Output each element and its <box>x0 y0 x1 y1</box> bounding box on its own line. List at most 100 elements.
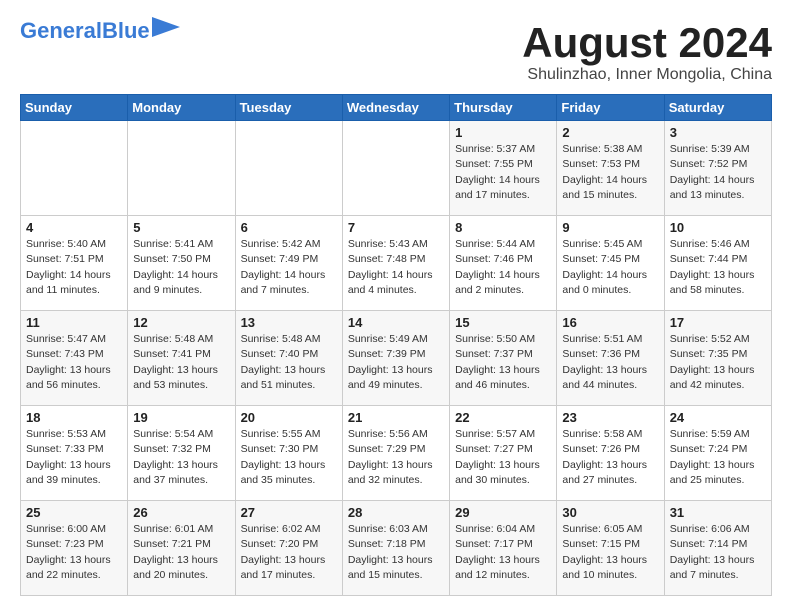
weekday-header-monday: Monday <box>128 95 235 121</box>
logo-text: GeneralBlue <box>20 20 150 42</box>
day-number: 25 <box>26 505 122 520</box>
day-number: 29 <box>455 505 551 520</box>
calendar-cell: 18 Sunrise: 5:53 AMSunset: 7:33 PMDayligh… <box>21 406 128 501</box>
calendar-cell: 25 Sunrise: 6:00 AMSunset: 7:23 PMDayligh… <box>21 501 128 596</box>
day-number: 10 <box>670 220 766 235</box>
day-number: 19 <box>133 410 229 425</box>
day-info: Sunrise: 5:48 AMSunset: 7:41 PMDaylight:… <box>133 332 229 393</box>
calendar-cell: 8 Sunrise: 5:44 AMSunset: 7:46 PMDaylight… <box>450 216 557 311</box>
calendar-cell: 20 Sunrise: 5:55 AMSunset: 7:30 PMDayligh… <box>235 406 342 501</box>
day-number: 14 <box>348 315 444 330</box>
day-info: Sunrise: 5:38 AMSunset: 7:53 PMDaylight:… <box>562 142 658 203</box>
page-header: GeneralBlue August 2024 Shulinzhao, Inne… <box>20 20 772 84</box>
calendar-table: SundayMondayTuesdayWednesdayThursdayFrid… <box>20 94 772 596</box>
day-number: 7 <box>348 220 444 235</box>
day-info: Sunrise: 5:56 AMSunset: 7:29 PMDaylight:… <box>348 427 444 488</box>
weekday-header-thursday: Thursday <box>450 95 557 121</box>
calendar-cell: 12 Sunrise: 5:48 AMSunset: 7:41 PMDayligh… <box>128 311 235 406</box>
calendar-cell: 10Sunrise: 5:46 AMSunset: 7:44 PMDayligh… <box>664 216 771 311</box>
day-number: 12 <box>133 315 229 330</box>
day-info: Sunrise: 6:06 AMSunset: 7:14 PMDaylight:… <box>670 522 766 583</box>
day-number: 13 <box>241 315 337 330</box>
day-info: Sunrise: 5:47 AMSunset: 7:43 PMDaylight:… <box>26 332 122 393</box>
day-number: 21 <box>348 410 444 425</box>
calendar-cell: 22 Sunrise: 5:57 AMSunset: 7:27 PMDayligh… <box>450 406 557 501</box>
calendar-cell <box>128 121 235 216</box>
calendar-cell: 11 Sunrise: 5:47 AMSunset: 7:43 PMDayligh… <box>21 311 128 406</box>
day-number: 1 <box>455 125 551 140</box>
calendar-cell: 17 Sunrise: 5:52 AMSunset: 7:35 PMDayligh… <box>664 311 771 406</box>
day-info: Sunrise: 6:05 AMSunset: 7:15 PMDaylight:… <box>562 522 658 583</box>
day-number: 11 <box>26 315 122 330</box>
day-number: 20 <box>241 410 337 425</box>
calendar-cell <box>235 121 342 216</box>
calendar-cell: 31 Sunrise: 6:06 AMSunset: 7:14 PMDayligh… <box>664 501 771 596</box>
calendar-cell: 26Sunrise: 6:01 AMSunset: 7:21 PMDayligh… <box>128 501 235 596</box>
calendar-cell: 16 Sunrise: 5:51 AMSunset: 7:36 PMDayligh… <box>557 311 664 406</box>
day-info: Sunrise: 6:00 AMSunset: 7:23 PMDaylight:… <box>26 522 122 583</box>
day-number: 30 <box>562 505 658 520</box>
weekday-header-friday: Friday <box>557 95 664 121</box>
calendar-cell: 23 Sunrise: 5:58 AMSunset: 7:26 PMDayligh… <box>557 406 664 501</box>
day-info: Sunrise: 5:53 AMSunset: 7:33 PMDaylight:… <box>26 427 122 488</box>
weekday-header-wednesday: Wednesday <box>342 95 449 121</box>
day-info: Sunrise: 5:49 AMSunset: 7:39 PMDaylight:… <box>348 332 444 393</box>
month-title: August 2024 <box>522 20 772 66</box>
weekday-header-tuesday: Tuesday <box>235 95 342 121</box>
day-number: 24 <box>670 410 766 425</box>
day-number: 22 <box>455 410 551 425</box>
day-info: Sunrise: 5:57 AMSunset: 7:27 PMDaylight:… <box>455 427 551 488</box>
day-number: 31 <box>670 505 766 520</box>
day-info: Sunrise: 6:04 AMSunset: 7:17 PMDaylight:… <box>455 522 551 583</box>
day-info: Sunrise: 6:01 AMSunset: 7:21 PMDaylight:… <box>133 522 229 583</box>
calendar-cell: 7Sunrise: 5:43 AMSunset: 7:48 PMDaylight… <box>342 216 449 311</box>
day-number: 5 <box>133 220 229 235</box>
calendar-cell: 29 Sunrise: 6:04 AMSunset: 7:17 PMDayligh… <box>450 501 557 596</box>
day-info: Sunrise: 5:52 AMSunset: 7:35 PMDaylight:… <box>670 332 766 393</box>
day-number: 16 <box>562 315 658 330</box>
day-info: Sunrise: 5:58 AMSunset: 7:26 PMDaylight:… <box>562 427 658 488</box>
day-info: Sunrise: 5:40 AMSunset: 7:51 PMDaylight:… <box>26 237 122 298</box>
title-area: August 2024 Shulinzhao, Inner Mongolia, … <box>522 20 772 84</box>
weekday-header-sunday: Sunday <box>21 95 128 121</box>
calendar-cell: 30 Sunrise: 6:05 AMSunset: 7:15 PMDayligh… <box>557 501 664 596</box>
weekday-header-saturday: Saturday <box>664 95 771 121</box>
day-info: Sunrise: 5:37 AMSunset: 7:55 PMDaylight:… <box>455 142 551 203</box>
day-info: Sunrise: 5:54 AMSunset: 7:32 PMDaylight:… <box>133 427 229 488</box>
calendar-week-row: 1 Sunrise: 5:37 AMSunset: 7:55 PMDaylight… <box>21 121 772 216</box>
calendar-cell: 9Sunrise: 5:45 AMSunset: 7:45 PMDaylight… <box>557 216 664 311</box>
location-subtitle: Shulinzhao, Inner Mongolia, China <box>522 66 772 84</box>
calendar-cell: 28 Sunrise: 6:03 AMSunset: 7:18 PMDayligh… <box>342 501 449 596</box>
day-info: Sunrise: 6:02 AMSunset: 7:20 PMDaylight:… <box>241 522 337 583</box>
day-info: Sunrise: 5:59 AMSunset: 7:24 PMDaylight:… <box>670 427 766 488</box>
calendar-cell: 21 Sunrise: 5:56 AMSunset: 7:29 PMDayligh… <box>342 406 449 501</box>
day-number: 8 <box>455 220 551 235</box>
day-number: 18 <box>26 410 122 425</box>
day-number: 4 <box>26 220 122 235</box>
day-info: Sunrise: 5:44 AMSunset: 7:46 PMDaylight:… <box>455 237 551 298</box>
calendar-cell: 19 Sunrise: 5:54 AMSunset: 7:32 PMDayligh… <box>128 406 235 501</box>
calendar-cell: 2 Sunrise: 5:38 AMSunset: 7:53 PMDaylight… <box>557 121 664 216</box>
calendar-cell: 14 Sunrise: 5:49 AMSunset: 7:39 PMDayligh… <box>342 311 449 406</box>
day-number: 2 <box>562 125 658 140</box>
day-info: Sunrise: 5:48 AMSunset: 7:40 PMDaylight:… <box>241 332 337 393</box>
day-info: Sunrise: 5:55 AMSunset: 7:30 PMDaylight:… <box>241 427 337 488</box>
calendar-week-row: 4 Sunrise: 5:40 AMSunset: 7:51 PMDaylight… <box>21 216 772 311</box>
day-info: Sunrise: 5:45 AMSunset: 7:45 PMDaylight:… <box>562 237 658 298</box>
calendar-week-row: 25 Sunrise: 6:00 AMSunset: 7:23 PMDayligh… <box>21 501 772 596</box>
day-info: Sunrise: 6:03 AMSunset: 7:18 PMDaylight:… <box>348 522 444 583</box>
day-number: 17 <box>670 315 766 330</box>
logo-arrow-icon <box>152 17 180 37</box>
day-number: 27 <box>241 505 337 520</box>
day-info: Sunrise: 5:39 AMSunset: 7:52 PMDaylight:… <box>670 142 766 203</box>
calendar-header-row: SundayMondayTuesdayWednesdayThursdayFrid… <box>21 95 772 121</box>
calendar-cell: 1 Sunrise: 5:37 AMSunset: 7:55 PMDaylight… <box>450 121 557 216</box>
day-number: 23 <box>562 410 658 425</box>
calendar-cell: 15Sunrise: 5:50 AMSunset: 7:37 PMDayligh… <box>450 311 557 406</box>
day-info: Sunrise: 5:42 AMSunset: 7:49 PMDaylight:… <box>241 237 337 298</box>
day-info: Sunrise: 5:51 AMSunset: 7:36 PMDaylight:… <box>562 332 658 393</box>
calendar-cell: 3Sunrise: 5:39 AMSunset: 7:52 PMDaylight… <box>664 121 771 216</box>
day-number: 28 <box>348 505 444 520</box>
calendar-cell <box>342 121 449 216</box>
day-number: 15 <box>455 315 551 330</box>
